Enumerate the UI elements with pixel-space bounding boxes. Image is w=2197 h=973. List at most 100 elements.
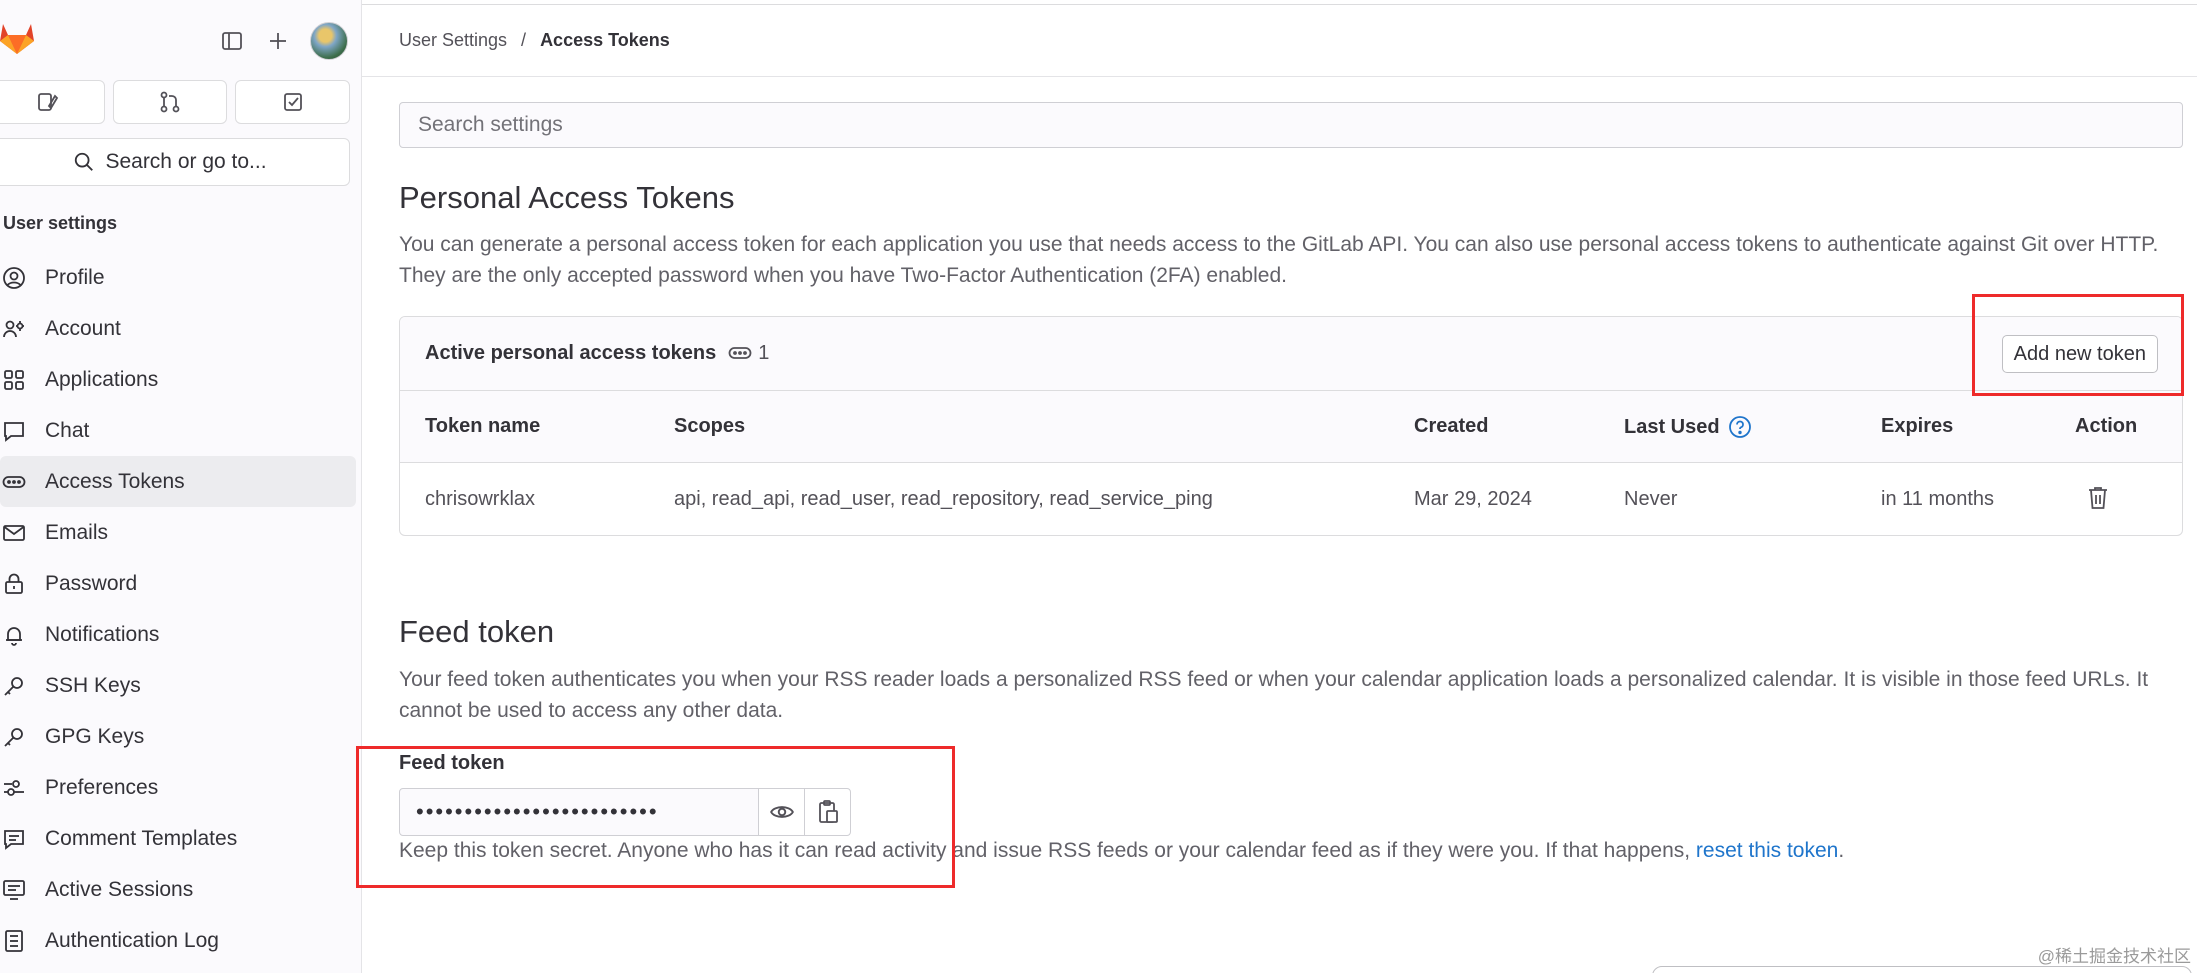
avatar[interactable] <box>310 22 348 60</box>
search-settings-input[interactable]: Search settings <box>399 102 2183 148</box>
sidebar-item-label: Notifications <box>45 622 160 646</box>
annotation-box-feed-token <box>356 746 955 888</box>
chat-icon <box>4 422 24 442</box>
merge-request-icon <box>160 91 180 113</box>
watermark: @稀土掘金技术社区 <box>2037 947 2191 966</box>
annotation-box-add-token <box>1972 294 2184 396</box>
account-icon <box>3 320 24 338</box>
tokens-table-header: Token name Scopes Created Last Used Expi… <box>400 391 2182 463</box>
token-expires-cell: in 11 months <box>1881 488 1995 510</box>
token-scopes-cell: api, read_api, read_user, read_repositor… <box>674 488 1213 510</box>
todos-tab[interactable] <box>235 80 351 124</box>
search-settings-placeholder: Search settings <box>418 113 563 136</box>
search-icon <box>75 152 94 171</box>
sidebar-item-gpg-keys[interactable]: GPG Keys <box>0 711 362 762</box>
revoke-token-button[interactable] <box>2086 485 2110 517</box>
log-icon <box>5 930 23 952</box>
sidebar-item-label: Comment Templates <box>45 826 238 850</box>
sidebar-item-active-sessions[interactable]: Active Sessions <box>0 864 362 915</box>
preferences-icon <box>4 780 24 796</box>
table-row: chrisowrklax api, read_api, read_user, r… <box>400 463 2182 535</box>
breadcrumb: User Settings / Access Tokens <box>399 30 670 51</box>
sidebar-item-label: Emails <box>45 520 109 544</box>
sidebar-item-label: Active Sessions <box>45 877 194 901</box>
sidebar-nav: Profile Account Applications Chat Access… <box>0 252 362 966</box>
sidebar-item-label: Preferences <box>45 775 159 799</box>
sidebar-item-label: Applications <box>45 367 159 391</box>
header-divider <box>362 76 2197 77</box>
sidebar-item-label: Access Tokens <box>45 469 185 493</box>
token-count: 1 <box>728 341 769 365</box>
col-last-used[interactable]: Last Used <box>1624 415 1752 439</box>
sidebar-item-notifications[interactable]: Notifications <box>0 609 362 660</box>
sidebar-item-password[interactable]: Password <box>0 558 362 609</box>
merge-requests-tab[interactable] <box>112 80 228 124</box>
col-last-used-label: Last Used <box>1624 415 1720 438</box>
token-icon <box>728 347 752 359</box>
sidebar-item-label: Password <box>45 571 138 595</box>
col-created[interactable]: Created <box>1414 415 1488 438</box>
comment-icon <box>4 830 24 850</box>
pat-description: You can generate a personal access token… <box>399 233 2159 287</box>
sidebar-item-account[interactable]: Account <box>0 303 362 354</box>
token-name-cell: chrisowrklax <box>425 488 536 510</box>
feed-title: Feed token <box>399 614 555 649</box>
sidebar-toggle-icon[interactable] <box>218 27 246 55</box>
sidebar-item-chat[interactable]: Chat <box>0 405 362 456</box>
key-icon <box>4 728 23 747</box>
trash-icon <box>2089 487 2107 509</box>
top-border <box>362 4 2197 5</box>
active-tokens-card: Active personal access tokens 1 Add new … <box>399 316 2183 536</box>
sidebar-item-label: Account <box>45 316 121 340</box>
issues-tab[interactable] <box>0 80 105 124</box>
search-or-go-to-button[interactable]: Search or go to... <box>0 138 350 186</box>
plus-icon[interactable] <box>264 27 292 55</box>
sidebar-item-label: Authentication Log <box>45 928 219 952</box>
monitor-icon <box>3 880 25 900</box>
bottom-popover-edge <box>1652 966 2192 973</box>
col-token-name[interactable]: Token name <box>425 415 540 438</box>
token-last-used-cell: Never <box>1624 488 1678 510</box>
help-icon[interactable] <box>1728 415 1752 439</box>
applications-icon <box>4 370 24 390</box>
card-title: Active personal access tokens 1 <box>425 341 769 365</box>
sidebar-item-preferences[interactable]: Preferences <box>0 762 362 813</box>
card-header: Active personal access tokens 1 Add new … <box>400 317 2182 391</box>
token-count-value: 1 <box>758 341 770 364</box>
search-or-go-to-label: Search or go to... <box>105 150 267 173</box>
col-scopes[interactable]: Scopes <box>674 415 745 438</box>
pat-title: Personal Access Tokens <box>399 180 735 215</box>
breadcrumb-separator: / <box>521 30 527 50</box>
sidebar-item-applications[interactable]: Applications <box>0 354 362 405</box>
sidebar-item-comment-templates[interactable]: Comment Templates <box>0 813 362 864</box>
todo-icon <box>283 93 302 111</box>
feed-description: Your feed token authenticates you when y… <box>399 668 2149 722</box>
gitlab-logo[interactable] <box>0 20 36 56</box>
sidebar-quick-tabs <box>0 80 351 124</box>
sidebar-item-label: Profile <box>45 265 105 289</box>
feed-help-end: . <box>1838 839 1845 862</box>
lock-icon <box>5 573 23 594</box>
col-action: Action <box>2075 415 2138 437</box>
sidebar-item-label: SSH Keys <box>45 673 141 697</box>
sidebar-heading: User settings <box>3 213 118 233</box>
card-title-text: Active personal access tokens <box>425 341 717 364</box>
key-icon <box>4 677 23 696</box>
sidebar: Search or go to... User settings Profile… <box>0 0 362 973</box>
reset-token-link[interactable]: reset this token <box>1696 839 1838 862</box>
breadcrumb-current[interactable]: Access Tokens <box>540 30 670 51</box>
sidebar-item-ssh-keys[interactable]: SSH Keys <box>0 660 362 711</box>
sidebar-item-authentication-log[interactable]: Authentication Log <box>0 915 362 966</box>
sidebar-item-profile[interactable]: Profile <box>0 252 362 303</box>
col-expires[interactable]: Expires <box>1881 415 1953 438</box>
sidebar-item-access-tokens[interactable]: Access Tokens <box>0 456 356 507</box>
sidebar-item-emails[interactable]: Emails <box>0 507 362 558</box>
sidebar-item-label: GPG Keys <box>45 724 145 748</box>
profile-icon <box>3 267 25 289</box>
token-icon <box>2 476 26 488</box>
mail-icon <box>3 525 25 541</box>
bell-icon <box>6 627 22 646</box>
token-created-cell: Mar 29, 2024 <box>1414 488 1532 510</box>
breadcrumb-parent-link[interactable]: User Settings <box>399 30 507 51</box>
issues-icon <box>38 93 59 111</box>
